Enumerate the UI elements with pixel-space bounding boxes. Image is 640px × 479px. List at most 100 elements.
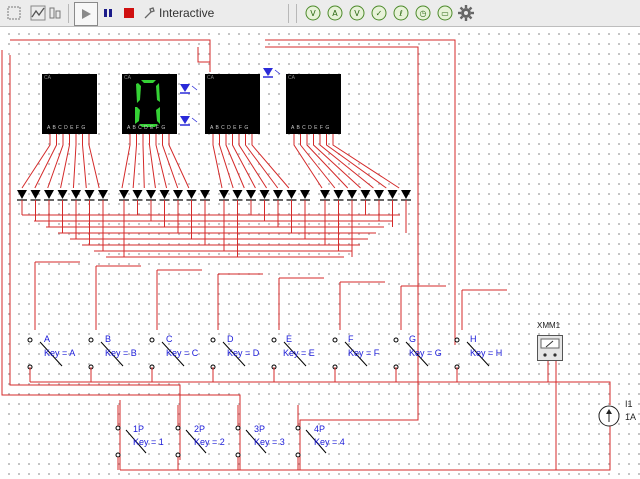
diode [71, 190, 81, 199]
display-4[interactable]: CA A B C D E F G [286, 74, 341, 134]
interactive-icon [142, 3, 156, 23]
svg-text:V: V [354, 9, 360, 18]
diode [286, 190, 297, 199]
svg-text:A: A [332, 9, 338, 18]
play-icon[interactable] [74, 2, 98, 26]
top-wire-4 [197, 47, 210, 63]
diode [30, 190, 41, 199]
source-value: 1A [625, 412, 637, 422]
diode [273, 190, 283, 199]
diode [44, 190, 54, 199]
settings-gear-icon[interactable] [457, 4, 475, 22]
selector-1p-key: Key = 1 [133, 437, 164, 447]
switch-f-key: Key = F [348, 348, 380, 358]
selector-contact [295, 425, 301, 431]
selector-3p-key: Key = 3 [254, 437, 285, 447]
selector-contact [235, 452, 241, 458]
mode-label[interactable]: Interactive [159, 3, 214, 23]
selector-1p-name: 1P [133, 424, 145, 434]
diode [259, 190, 270, 199]
led-ray [191, 85, 198, 91]
switch-contact [454, 337, 460, 343]
selector-4p-name: 4P [314, 424, 326, 434]
current-source-icon [598, 405, 620, 427]
svg-text:▭: ▭ [441, 9, 449, 18]
display-pin-wire [332, 107, 400, 189]
grip-icon [46, 3, 64, 23]
selector-3p-name: 3P [254, 424, 266, 434]
probe-s-icon[interactable]: ▭ [436, 4, 454, 22]
toolbar: Interactive V A V ✓ ℓ ◷ ▭ [0, 0, 640, 27]
diode [119, 190, 129, 199]
switch-h-key: Key = H [470, 348, 503, 358]
current-source[interactable] [598, 405, 620, 427]
diode [387, 190, 398, 199]
selector-contact [115, 452, 121, 458]
diode [98, 190, 108, 199]
led-ray [274, 69, 281, 75]
switch-b-name: B [105, 334, 112, 344]
display-3[interactable]: CA A B C D E F G [205, 74, 260, 134]
probe-p-icon[interactable]: ✓ [370, 4, 388, 22]
diode [84, 190, 95, 199]
probe-q-icon[interactable]: ℓ [392, 4, 410, 22]
probe-a-icon[interactable]: A [326, 4, 344, 22]
pause-icon[interactable] [97, 2, 119, 24]
diode [219, 190, 229, 199]
probe-r-icon[interactable]: ◷ [414, 4, 432, 22]
svg-text:ℓ: ℓ [398, 9, 402, 18]
diode [132, 190, 143, 199]
svg-text:✓: ✓ [376, 9, 383, 18]
switch-a-name: A [44, 334, 51, 344]
diode [232, 190, 243, 199]
display-4-tag: CA [288, 75, 295, 81]
diode [57, 190, 68, 199]
switch-e-key: Key = E [283, 348, 315, 358]
selector-contact [175, 452, 181, 458]
multimeter[interactable] [537, 335, 563, 361]
top-wire-1 [10, 39, 211, 72]
switch-contact [271, 337, 277, 343]
selector-contact [235, 425, 241, 431]
switch-contact [393, 337, 399, 343]
display-3-pins: A B C D E F G [210, 125, 249, 131]
schematic-canvas[interactable]: CA A B C D E F G CA A B C D E F G CA A B… [0, 27, 640, 479]
switch-a-key: Key = A [44, 348, 76, 358]
meter-name: XMM1 [537, 321, 561, 330]
select-icon[interactable] [4, 3, 24, 23]
display-1-tag: CA [44, 75, 51, 81]
probe-vv-icon[interactable]: V [348, 4, 366, 22]
source-name: I1 [625, 399, 633, 409]
switch-contact [332, 337, 338, 343]
diode [374, 190, 384, 199]
led-icon [263, 68, 273, 76]
diode [200, 190, 210, 199]
selector-contact [295, 452, 301, 458]
switch-contact [149, 337, 155, 343]
diode [300, 190, 310, 199]
diode [360, 190, 371, 199]
display-2[interactable]: CA A B C D E F G [122, 74, 177, 134]
switch-h-name: H [470, 334, 477, 344]
grapher-icon[interactable] [28, 3, 48, 23]
diode [333, 190, 344, 199]
selector-contact [115, 425, 121, 431]
switch-c-name: C [166, 334, 173, 344]
svg-text:V: V [310, 9, 316, 18]
display-1[interactable]: CA A B C D E F G [42, 74, 97, 134]
led-ray [191, 117, 198, 123]
display-4-pins: A B C D E F G [291, 125, 330, 131]
selector-4p-key: Key = 4 [314, 437, 345, 447]
led-icon [180, 84, 190, 92]
display-1-pins: A B C D E F G [47, 125, 86, 131]
probe-v-icon[interactable]: V [304, 4, 322, 22]
switch-c-key: Key = C [166, 348, 199, 358]
stop-icon[interactable] [118, 2, 140, 24]
display-2-pins: A B C D E F G [127, 125, 166, 131]
switch-contact [88, 337, 94, 343]
diode [146, 190, 156, 199]
svg-text:◷: ◷ [420, 9, 427, 18]
diode [347, 190, 357, 199]
diode [173, 190, 183, 199]
selector-2p-name: 2P [194, 424, 206, 434]
